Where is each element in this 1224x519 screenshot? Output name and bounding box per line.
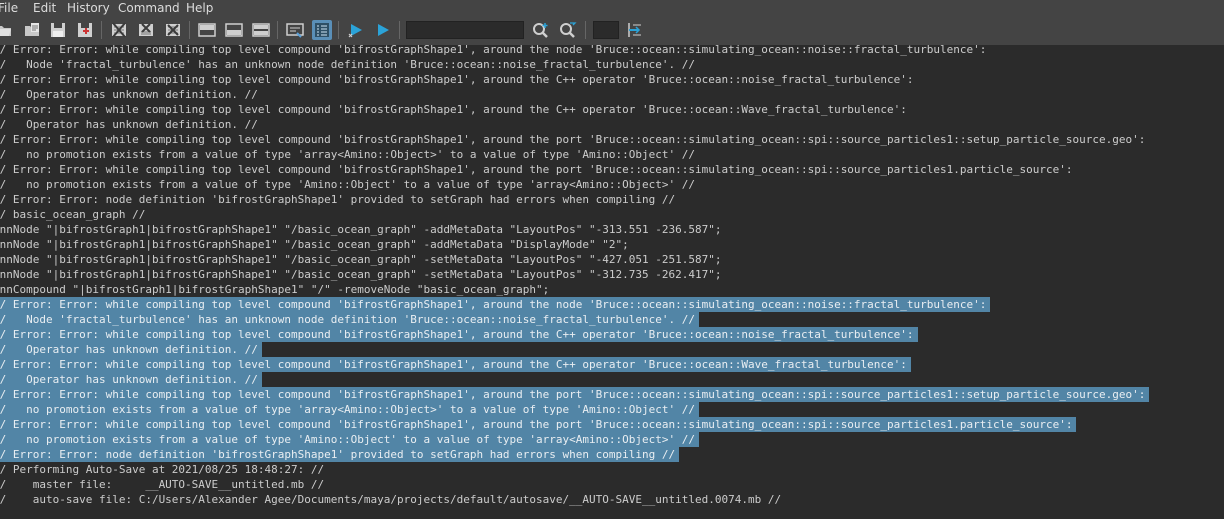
- output-line[interactable]: // Error: Error: while compiling top lev…: [0, 45, 986, 57]
- script-history-output[interactable]: // Error: Error: while compiling top lev…: [0, 45, 1224, 519]
- replace-icon[interactable]: [558, 20, 578, 40]
- toolbar-separator: [101, 21, 102, 39]
- selected-output-line[interactable]: // Error: Error: while compiling top lev…: [0, 387, 1149, 402]
- line-number-input[interactable]: [593, 21, 619, 39]
- clear-all-icon[interactable]: [163, 20, 183, 40]
- open-script-icon[interactable]: [0, 20, 14, 40]
- output-line[interactable]: // Performing Auto-Save at 2021/08/25 18…: [0, 462, 324, 477]
- output-line[interactable]: // auto-save file: C:/Users/Alexander Ag…: [0, 492, 781, 507]
- output-line[interactable]: vnnNode "|bifrostGraph1|bifrostGraphShap…: [0, 237, 629, 252]
- go-to-line-icon[interactable]: [625, 20, 645, 40]
- selected-output-line[interactable]: // Error: Error: while compiling top lev…: [0, 327, 918, 342]
- output-line[interactable]: // basic_ocean_graph //: [0, 207, 145, 222]
- script-editor-toolbar: [0, 16, 1224, 45]
- clear-input-icon[interactable]: [136, 20, 156, 40]
- output-line[interactable]: // Error: Error: node definition 'bifros…: [0, 192, 675, 207]
- toolbar-separator: [338, 21, 339, 39]
- execute-selected-icon[interactable]: [373, 20, 393, 40]
- selected-output-line[interactable]: // Error: Error: while compiling top lev…: [0, 357, 911, 372]
- output-line[interactable]: // no promotion exists from a value of t…: [0, 177, 695, 192]
- output-line[interactable]: // Operator has unknown definition. //: [0, 117, 258, 132]
- toolbar-separator: [585, 21, 586, 39]
- show-input-only-icon[interactable]: [224, 20, 244, 40]
- selected-output-line[interactable]: // no promotion exists from a value of t…: [0, 432, 699, 447]
- menu-command[interactable]: Command: [118, 1, 180, 15]
- output-line[interactable]: // no promotion exists from a value of t…: [0, 147, 695, 162]
- show-both-icon[interactable]: [251, 20, 271, 40]
- menu-help[interactable]: Help: [186, 1, 213, 15]
- output-line[interactable]: vnnNode "|bifrostGraph1|bifrostGraphShap…: [0, 252, 721, 267]
- selected-output-line[interactable]: // Error: Error: while compiling top lev…: [0, 297, 990, 312]
- menu-bar: File Edit History Command Help: [0, 0, 1224, 16]
- selected-output-line[interactable]: // Operator has unknown definition. //: [0, 342, 262, 357]
- toolbar-separator: [277, 21, 278, 39]
- toolbar-separator: [399, 21, 400, 39]
- search-icon[interactable]: [531, 20, 551, 40]
- toolbar-separator: [189, 21, 190, 39]
- output-line[interactable]: // Operator has unknown definition. //: [0, 87, 258, 102]
- menu-edit[interactable]: Edit: [33, 1, 56, 15]
- save-script-icon[interactable]: [48, 20, 68, 40]
- save-script-to-shelf-icon[interactable]: [75, 20, 95, 40]
- search-input[interactable]: [406, 21, 524, 39]
- source-script-icon[interactable]: [22, 20, 42, 40]
- selected-output-line[interactable]: // Operator has unknown definition. //: [0, 372, 262, 387]
- menu-file[interactable]: File: [0, 1, 18, 15]
- output-line[interactable]: vnnCompound "|bifrostGraph1|bifrostGraph…: [0, 282, 549, 297]
- clear-history-icon[interactable]: [109, 20, 129, 40]
- output-line[interactable]: // Error: Error: while compiling top lev…: [0, 132, 1145, 147]
- output-line[interactable]: vnnNode "|bifrostGraph1|bifrostGraphShap…: [0, 222, 721, 237]
- execute-all-icon[interactable]: [346, 20, 366, 40]
- line-numbers-icon[interactable]: [312, 20, 332, 40]
- output-line[interactable]: vnnNode "|bifrostGraph1|bifrostGraphShap…: [0, 267, 721, 282]
- output-line[interactable]: // Error: Error: while compiling top lev…: [0, 162, 1072, 177]
- selected-output-line[interactable]: // Error: Error: while compiling top lev…: [0, 417, 1076, 432]
- selected-output-line[interactable]: // Error: Error: node definition 'bifros…: [0, 447, 679, 462]
- output-line[interactable]: // Error: Error: while compiling top lev…: [0, 102, 907, 117]
- selected-output-line[interactable]: // no promotion exists from a value of t…: [0, 402, 699, 417]
- show-history-only-icon[interactable]: [197, 20, 217, 40]
- output-line[interactable]: // Error: Error: while compiling top lev…: [0, 72, 914, 87]
- selected-output-line[interactable]: // Node 'fractal_turbulence' has an unkn…: [0, 312, 699, 327]
- output-line[interactable]: // Node 'fractal_turbulence' has an unkn…: [0, 57, 695, 72]
- echo-all-commands-icon[interactable]: [285, 20, 305, 40]
- menu-history[interactable]: History: [67, 1, 110, 15]
- output-line[interactable]: // master file: __AUTO-SAVE__untitled.mb…: [0, 477, 324, 492]
